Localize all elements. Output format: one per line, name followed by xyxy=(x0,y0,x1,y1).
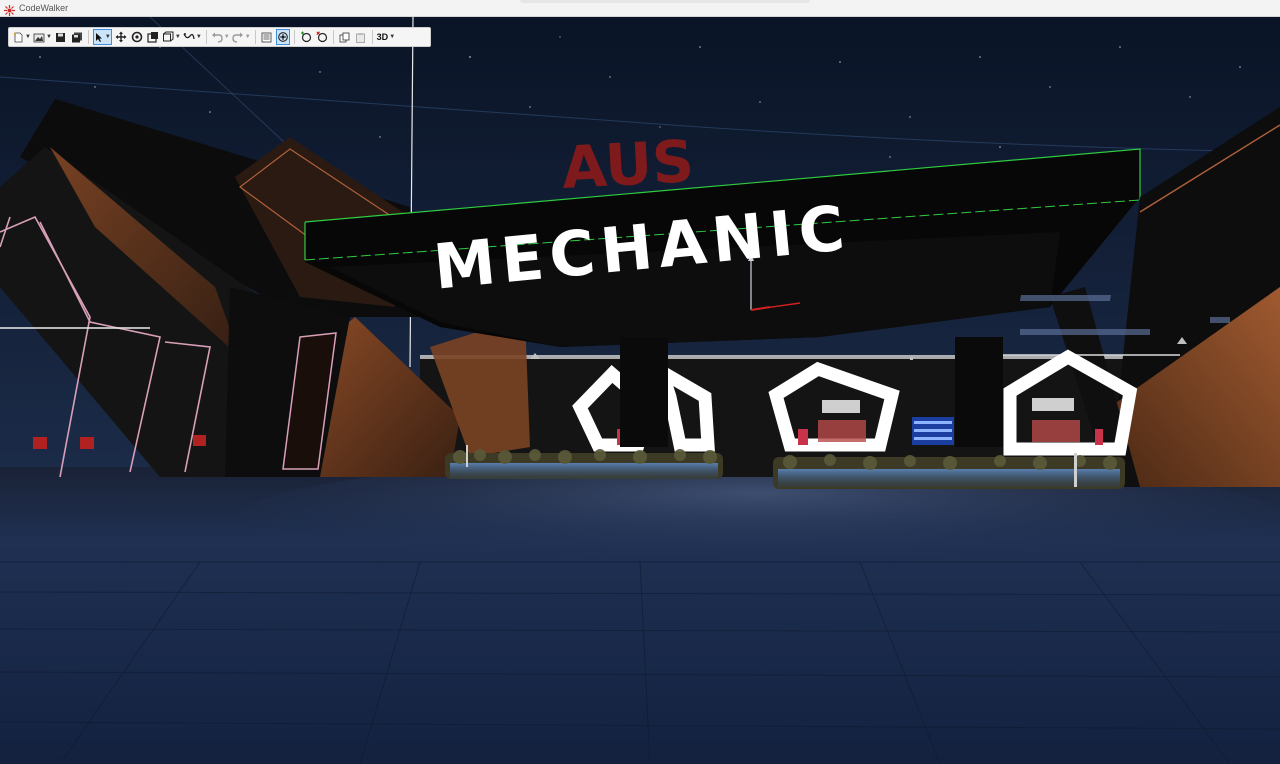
dropdown-caret-icon[interactable]: ▼ xyxy=(46,34,52,40)
new-file-icon xyxy=(13,32,23,42)
3d-viewport[interactable]: AUS MECHANIC xyxy=(0,17,1280,764)
widget-space-icon xyxy=(162,31,174,42)
move-icon xyxy=(115,31,127,43)
add-entity-button[interactable] xyxy=(299,29,313,45)
scene-render: AUS MECHANIC xyxy=(0,17,1280,764)
toolbar-separator xyxy=(293,30,295,44)
window-title: CodeWalker xyxy=(19,3,69,13)
toolbar-separator xyxy=(87,30,89,44)
info-button[interactable] xyxy=(260,29,274,45)
open-button[interactable]: ▼ xyxy=(33,29,52,45)
dropdown-caret-icon[interactable]: ▼ xyxy=(245,34,251,40)
scale-button[interactable] xyxy=(146,29,160,45)
main-toolbar: ▼ ▼ ▼ ▼ ▼ ▼ ▼ 3D ▼ xyxy=(8,27,431,47)
info-list-icon xyxy=(261,32,272,42)
view-mode-dropdown[interactable]: 3D ▼ xyxy=(377,29,395,45)
save-button[interactable] xyxy=(54,29,68,45)
undo-button[interactable]: ▼ xyxy=(211,29,230,45)
pointer-icon xyxy=(95,32,102,42)
dropdown-caret-icon[interactable]: ▼ xyxy=(389,34,395,40)
snap-icon xyxy=(183,33,195,40)
undo-icon xyxy=(211,32,223,43)
paste-button[interactable] xyxy=(354,29,368,45)
show-widget-icon xyxy=(277,32,288,42)
paste-icon xyxy=(356,32,366,43)
delete-entity-button[interactable] xyxy=(315,29,329,45)
copy-button[interactable] xyxy=(338,29,352,45)
copy-icon xyxy=(339,32,350,42)
dropdown-caret-icon[interactable]: ▼ xyxy=(175,34,181,40)
save-icon xyxy=(56,32,66,42)
snap-button[interactable]: ▼ xyxy=(183,29,202,45)
add-entity-icon xyxy=(300,31,311,43)
title-grip xyxy=(520,0,810,3)
codewalker-window: CodeWalker AUS MECHANIC ▼ ▼ ▼ ▼ ▼ ▼ ▼ 3D… xyxy=(0,0,1280,764)
save-all-button[interactable] xyxy=(70,29,84,45)
rotate-icon xyxy=(131,31,143,43)
rotate-button[interactable] xyxy=(130,29,144,45)
toolbar-separator xyxy=(205,30,207,44)
view-mode-label: 3D xyxy=(376,32,389,42)
move-button[interactable] xyxy=(114,29,128,45)
redo-button[interactable]: ▼ xyxy=(232,29,251,45)
dropdown-caret-icon[interactable]: ▼ xyxy=(25,34,31,40)
title-bar[interactable]: CodeWalker xyxy=(0,0,1280,17)
show-widget-button[interactable] xyxy=(275,29,290,45)
codewalker-logo-icon xyxy=(4,3,15,16)
save-all-icon xyxy=(71,32,82,42)
toolbar-separator xyxy=(332,30,334,44)
select-button[interactable]: ▼ xyxy=(92,29,112,45)
redo-icon xyxy=(232,32,243,43)
widget-space-button[interactable]: ▼ xyxy=(162,29,181,45)
open-folder-icon xyxy=(33,33,45,42)
scale-icon xyxy=(147,32,158,43)
dropdown-caret-icon[interactable]: ▼ xyxy=(196,34,202,40)
toolbar-separator xyxy=(371,30,373,44)
dropdown-caret-icon[interactable]: ▼ xyxy=(224,34,230,40)
sign-aus: AUS xyxy=(560,127,695,202)
delete-entity-icon xyxy=(316,31,327,43)
toolbar-separator xyxy=(254,30,256,44)
dropdown-caret-icon[interactable]: ▼ xyxy=(105,34,111,40)
new-button[interactable]: ▼ xyxy=(13,29,31,45)
